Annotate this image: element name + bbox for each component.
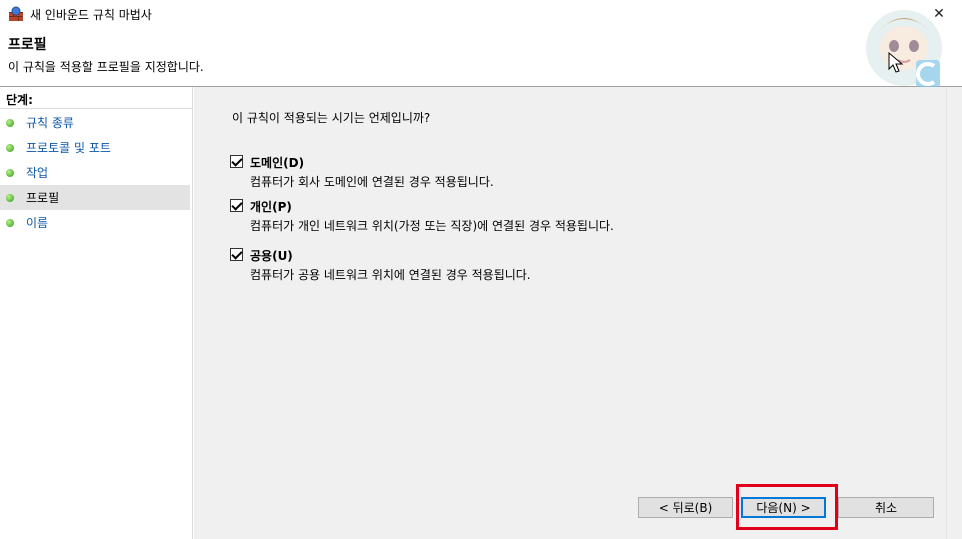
step-name[interactable]: 이름 — [0, 210, 190, 235]
highlight-box — [736, 484, 838, 530]
firewall-icon — [9, 6, 23, 21]
private-checkbox[interactable] — [230, 199, 243, 212]
green-bullet-icon — [6, 118, 14, 127]
step-protocol-ports[interactable]: 프로토콜 및 포트 — [0, 135, 190, 160]
step-label: 프로필 — [26, 191, 60, 205]
page-description: 이 규칙을 적용할 프로필을 지정합니다. — [8, 60, 204, 74]
step-rule-type[interactable]: 규칙 종류 — [0, 110, 190, 135]
page-title: 프로필 — [8, 37, 47, 53]
domain-description: 컴퓨터가 회사 도메인에 연결된 경우 적용됩니다. — [250, 175, 494, 189]
public-checkbox[interactable] — [230, 248, 243, 261]
step-label: 작업 — [26, 166, 49, 180]
steps-heading: 단계: — [0, 87, 192, 109]
green-bullet-icon — [6, 193, 14, 202]
step-label: 프로토콜 및 포트 — [26, 141, 111, 155]
step-profile[interactable]: 프로필 — [0, 185, 190, 210]
green-bullet-icon — [6, 168, 14, 177]
window-title: 새 인바운드 규칙 마법사 — [30, 8, 152, 22]
question-text: 이 규칙이 적용되는 시기는 언제입니까? — [232, 111, 431, 125]
mouse-cursor-icon — [888, 52, 904, 73]
step-action[interactable]: 작업 — [0, 160, 190, 185]
step-label: 이름 — [26, 216, 49, 230]
private-description: 컴퓨터가 개인 네트워크 위치(가정 또는 직장)에 연결된 경우 적용됩니다. — [250, 219, 614, 233]
window-edge — [946, 87, 962, 539]
cancel-button[interactable]: 취소 — [838, 497, 934, 518]
green-bullet-icon — [6, 218, 14, 227]
profile-panel: 이 규칙이 적용되는 시기는 언제입니까? 도메인(D) 컴퓨터가 회사 도메인… — [194, 87, 946, 539]
steps-sidebar: 단계: 규칙 종류 프로토콜 및 포트 작업 프로필 이름 — [0, 87, 193, 539]
step-label: 규칙 종류 — [26, 116, 74, 130]
domain-checkbox[interactable] — [230, 155, 243, 168]
wizard-header: 프로필 이 규칙을 적용할 프로필을 지정합니다. — [0, 28, 962, 86]
public-description: 컴퓨터가 공용 네트워크 위치에 연결된 경우 적용됩니다. — [250, 268, 531, 282]
green-bullet-icon — [6, 143, 14, 152]
domain-label[interactable]: 도메인(D) — [250, 154, 304, 171]
title-bar: 새 인바운드 규칙 마법사 ✕ — [0, 0, 962, 28]
private-label[interactable]: 개인(P) — [250, 198, 292, 215]
back-button[interactable]: < 뒤로(B) — [638, 497, 733, 518]
public-label[interactable]: 공용(U) — [250, 247, 293, 264]
watermark-logo-icon — [866, 10, 942, 88]
